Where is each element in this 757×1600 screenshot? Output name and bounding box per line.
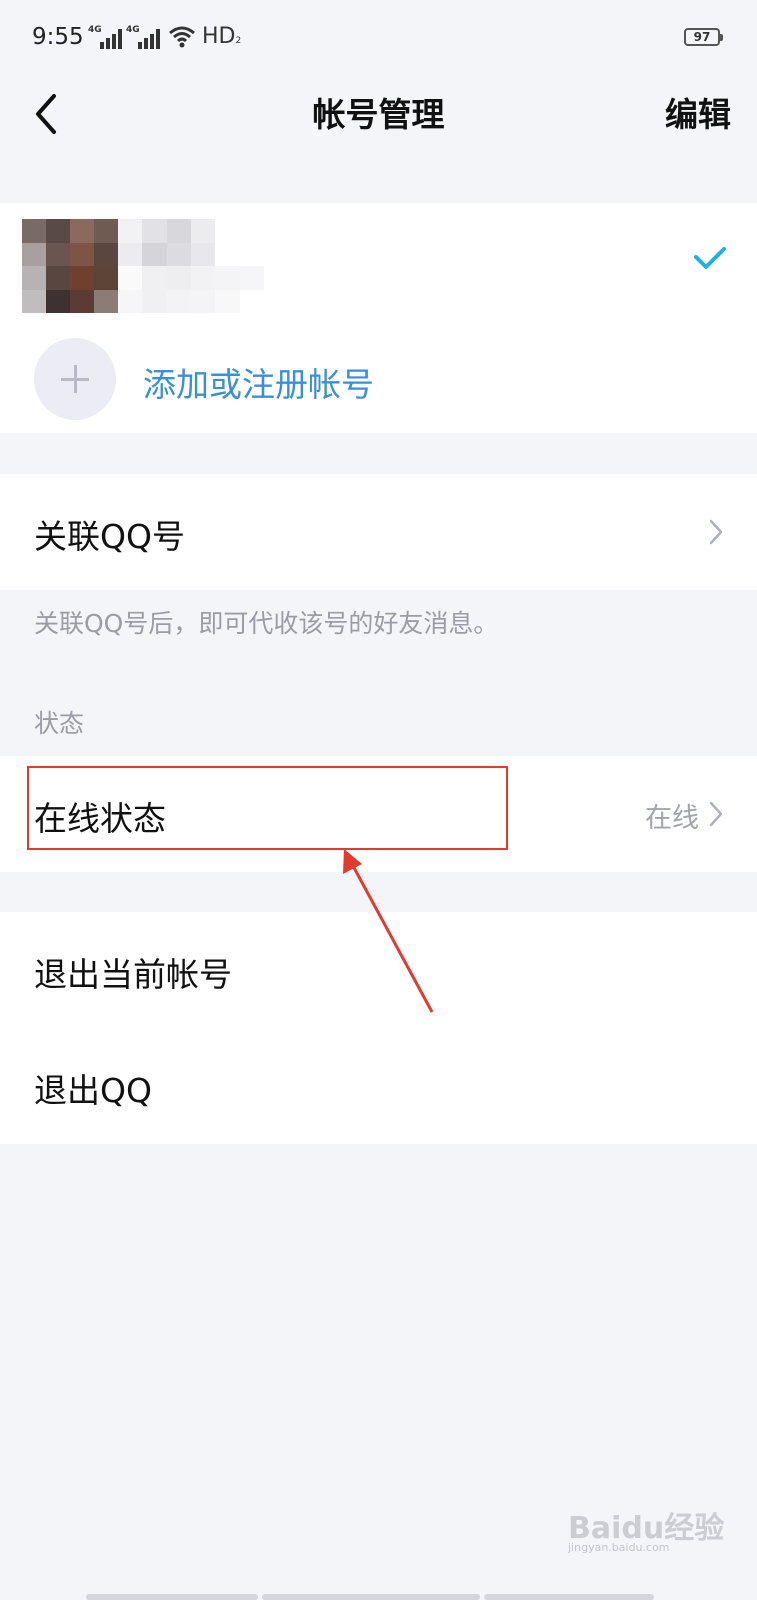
baidu-watermark: Baidu经验 jingyan.baidu.com	[568, 1485, 738, 1555]
add-account-button[interactable]: 添加或注册帐号	[0, 328, 757, 438]
watermark-logo: Baidu经验	[568, 1511, 725, 1546]
cell-signal-icon: 4G	[88, 25, 126, 49]
status-bar: 9:55 4G 4G HD2 97	[0, 0, 757, 78]
exit-qq-button[interactable]: 退出QQ	[0, 1028, 757, 1144]
exit-qq-label: 退出QQ	[34, 1071, 152, 1110]
link-qq-hint: 关联QQ号后，即可代收该号的好友消息。	[34, 609, 499, 638]
battery-icon: 97	[684, 28, 723, 46]
status-section-title: 状态	[34, 709, 85, 738]
add-account-label: 添加或注册帐号	[143, 365, 374, 404]
online-status-row[interactable]: 在线状态 在线	[0, 756, 757, 872]
accounts-card: 添加或注册帐号	[0, 203, 757, 433]
page-title: 帐号管理	[312, 95, 445, 134]
status-time: 9:55	[32, 24, 84, 50]
nav-bar: 帐号管理 编辑	[0, 78, 757, 182]
home-indicator	[0, 1592, 757, 1600]
online-status-value: 在线	[645, 803, 699, 834]
link-qq-label: 关联QQ号	[34, 517, 185, 556]
logout-current-account-button[interactable]: 退出当前帐号	[0, 912, 757, 1028]
plus-icon	[34, 338, 116, 420]
watermark-site: jingyan.baidu.com	[568, 1541, 670, 1554]
logout-current-label: 退出当前帐号	[34, 955, 232, 994]
avatar	[22, 219, 118, 313]
chevron-right-icon	[709, 801, 723, 827]
logout-card: 退出当前帐号 退出QQ	[0, 912, 757, 1144]
checkmark-icon	[694, 247, 726, 269]
account-name-blurred	[118, 219, 264, 313]
online-status-label: 在线状态	[34, 799, 166, 838]
edit-button[interactable]: 编辑	[665, 88, 731, 136]
back-arrow-icon[interactable]	[32, 92, 68, 136]
link-qq-row[interactable]: 关联QQ号	[0, 474, 757, 590]
cell-signal-icon-2: 4G	[126, 25, 164, 49]
hd-indicator: HD2	[202, 24, 242, 49]
chevron-right-icon	[709, 519, 723, 545]
account-row-current[interactable]	[0, 203, 757, 323]
wifi-icon	[169, 26, 195, 48]
